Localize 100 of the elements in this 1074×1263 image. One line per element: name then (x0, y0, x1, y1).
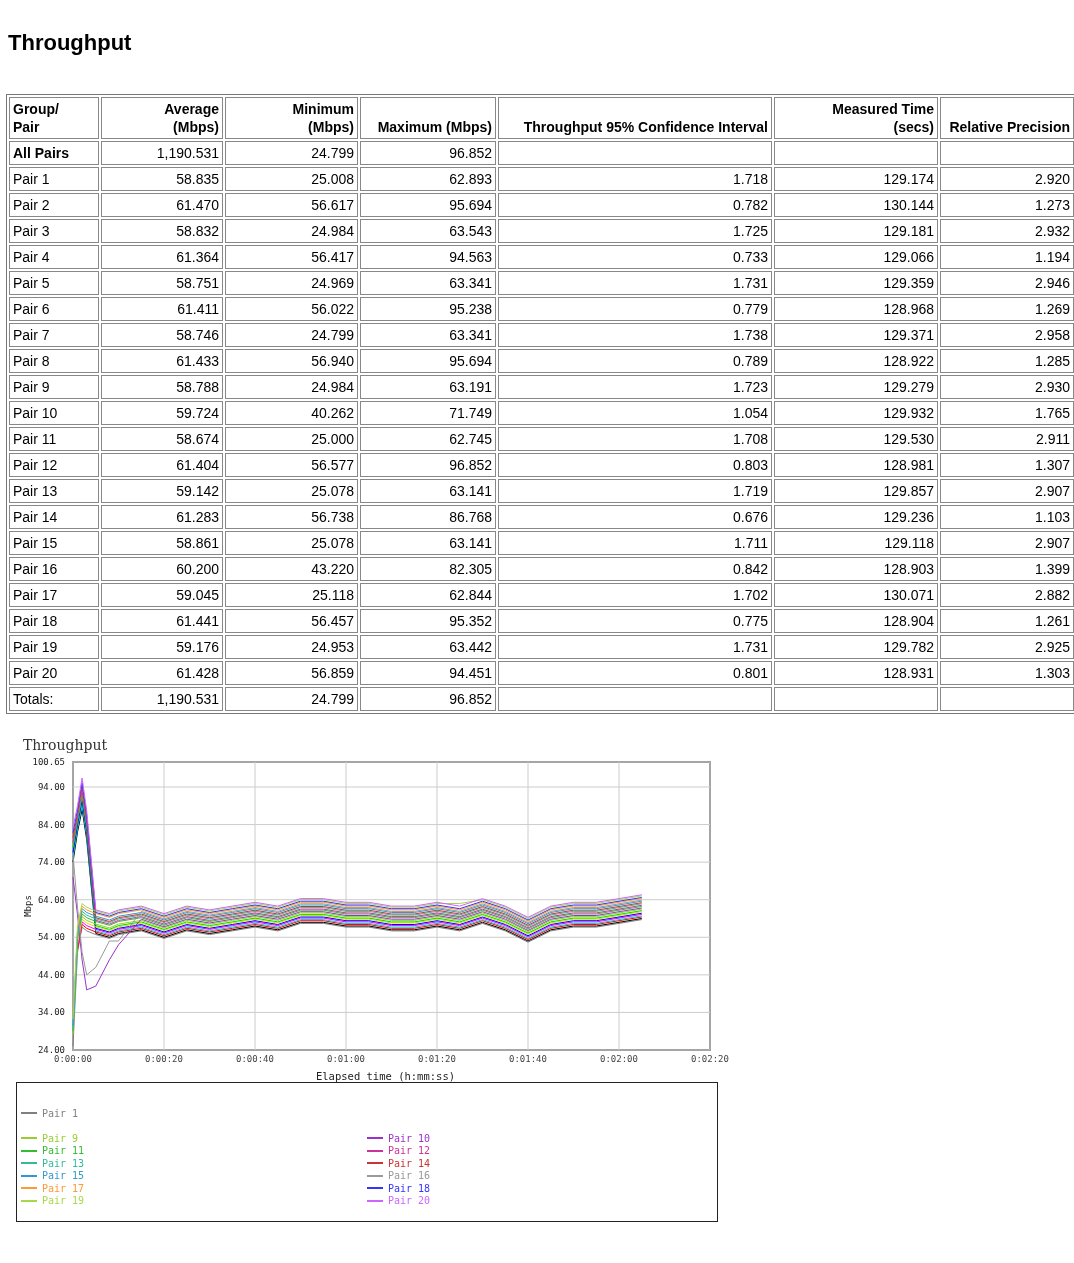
legend-label: Pair 20 (388, 1195, 431, 1207)
legend-label: Pair 11 (42, 1145, 85, 1157)
table-cell: 1.399 (940, 557, 1074, 581)
table-cell: 56.022 (225, 297, 358, 321)
table-cell: 0.782 (498, 193, 772, 217)
table-cell: 0.842 (498, 557, 772, 581)
table-cell: Pair 18 (9, 609, 99, 633)
table-cell: 62.893 (360, 167, 496, 191)
table-cell: Pair 9 (9, 375, 99, 399)
table-cell: 0.775 (498, 609, 772, 633)
table-cell: 63.341 (360, 323, 496, 347)
x-tick-label: 0:00:00 (54, 1054, 92, 1064)
table-cell: 2.907 (940, 531, 1074, 555)
table-cell: 24.953 (225, 635, 358, 659)
table-cell: 129.174 (774, 167, 938, 191)
table-cell: 82.305 (360, 557, 496, 581)
table-cell: Pair 19 (9, 635, 99, 659)
table-cell: 2.925 (940, 635, 1074, 659)
table-cell: 25.118 (225, 583, 358, 607)
table-cell: 25.000 (225, 427, 358, 451)
table-cell: 2.907 (940, 479, 1074, 503)
table-cell: 129.371 (774, 323, 938, 347)
table-cell: 1.273 (940, 193, 1074, 217)
table-cell: Pair 15 (9, 531, 99, 555)
table-cell: 129.932 (774, 401, 938, 425)
y-axis-title: Mbps (23, 895, 33, 917)
table-cell: 1.702 (498, 583, 772, 607)
table-cell: 2.958 (940, 323, 1074, 347)
table-cell: 1.711 (498, 531, 772, 555)
table-cell: 59.045 (101, 583, 223, 607)
table-cell: 1.194 (940, 245, 1074, 269)
table-cell: 1.261 (940, 609, 1074, 633)
table-cell: 58.861 (101, 531, 223, 555)
y-tick-label: 44.00 (37, 969, 65, 980)
table-cell: 1,190.531 (101, 687, 223, 711)
table-cell: 56.457 (225, 609, 358, 633)
table-cell: 63.341 (360, 271, 496, 295)
table-cell: 128.922 (774, 349, 938, 373)
y-tick-label: 24.00 (37, 1045, 65, 1055)
table-cell: Totals: (9, 687, 99, 711)
legend-label: Pair 10 (388, 1132, 431, 1144)
table-cell: 62.745 (360, 427, 496, 451)
table-cell: 96.852 (360, 453, 496, 477)
table-cell: 128.903 (774, 557, 938, 581)
table-cell: Pair 12 (9, 453, 99, 477)
y-tick-label: 54.00 (37, 932, 65, 943)
table-cell: 129.066 (774, 245, 938, 269)
legend-label: Pair 17 (42, 1182, 85, 1194)
table-cell: 58.788 (101, 375, 223, 399)
x-tick-label: 0:00:20 (145, 1054, 183, 1064)
column-header: Average (Mbps) (101, 97, 223, 139)
table-cell: 59.724 (101, 401, 223, 425)
column-header: Measured Time (secs) (774, 97, 938, 139)
table-cell: 58.835 (101, 167, 223, 191)
y-tick-label: 64.00 (37, 894, 65, 905)
table-cell: 0.789 (498, 349, 772, 373)
table-cell: 1.708 (498, 427, 772, 451)
table-cell: Pair 20 (9, 661, 99, 685)
table-cell: 129.857 (774, 479, 938, 503)
table-cell: 61.470 (101, 193, 223, 217)
table-cell: 58.832 (101, 219, 223, 243)
x-tick-label: 0:02:00 (600, 1054, 638, 1064)
table-cell: 71.749 (360, 401, 496, 425)
table-cell: Pair 7 (9, 323, 99, 347)
x-tick-label: 0:01:00 (327, 1054, 365, 1064)
table-cell: 25.078 (225, 479, 358, 503)
table-cell: Pair 17 (9, 583, 99, 607)
table-cell: 1.725 (498, 219, 772, 243)
table-cell: 56.859 (225, 661, 358, 685)
table-cell: 61.433 (101, 349, 223, 373)
table-cell: 129.279 (774, 375, 938, 399)
table-cell: 61.404 (101, 453, 223, 477)
table-cell: 2.882 (940, 583, 1074, 607)
table-cell: 129.236 (774, 505, 938, 529)
table-cell: 61.428 (101, 661, 223, 685)
table-cell: 60.200 (101, 557, 223, 581)
table-cell: 63.442 (360, 635, 496, 659)
table-cell: 59.176 (101, 635, 223, 659)
table-cell: 40.262 (225, 401, 358, 425)
table-cell: 59.142 (101, 479, 223, 503)
table-cell: Pair 10 (9, 401, 99, 425)
table-cell: 0.779 (498, 297, 772, 321)
column-header: Minimum (Mbps) (225, 97, 358, 139)
table-cell: 0.803 (498, 453, 772, 477)
table-cell: 56.617 (225, 193, 358, 217)
table-cell: 1.765 (940, 401, 1074, 425)
x-tick-label: 0:01:20 (418, 1054, 456, 1064)
table-cell: 1.269 (940, 297, 1074, 321)
table-cell: Pair 6 (9, 297, 99, 321)
table-cell: 2.911 (940, 427, 1074, 451)
table-cell: 2.930 (940, 375, 1074, 399)
legend-label: Pair 12 (388, 1145, 431, 1157)
table-cell: 1.307 (940, 453, 1074, 477)
table-cell: 2.946 (940, 271, 1074, 295)
table-cell: 1,190.531 (101, 141, 223, 165)
table-cell: 96.852 (360, 687, 496, 711)
column-header: Maximum (Mbps) (360, 97, 496, 139)
legend-label: Pair 16 (388, 1170, 431, 1182)
table-cell: 129.530 (774, 427, 938, 451)
table-cell: 1.103 (940, 505, 1074, 529)
